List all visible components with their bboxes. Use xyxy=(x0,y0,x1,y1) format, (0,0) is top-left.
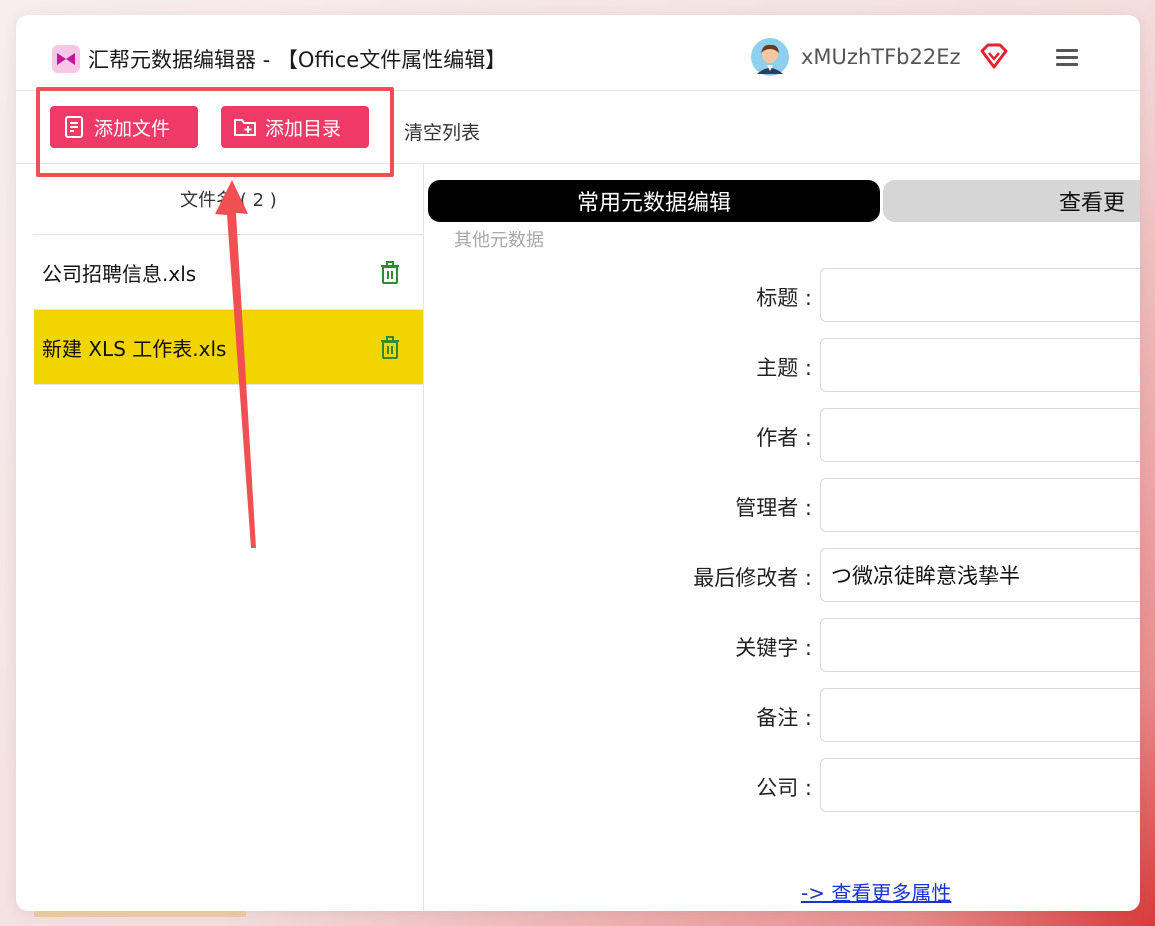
file-name: 新建 XLS 工作表.xls xyxy=(42,336,227,361)
manager-input[interactable] xyxy=(820,478,1140,532)
field-label: 公司 : xyxy=(756,776,812,800)
field-label: 主题 : xyxy=(756,356,812,380)
field-author: 作者 : xyxy=(424,408,1140,464)
trash-icon[interactable] xyxy=(379,336,401,360)
tab-view-more[interactable]: 查看更 xyxy=(883,180,1140,222)
field-subject: 主题 : xyxy=(424,338,1140,394)
file-name: 公司招聘信息.xls xyxy=(42,261,197,286)
title-bar: 汇帮元数据编辑器 - 【Office文件属性编辑】 xMUzhTFb22Ez xyxy=(16,15,1140,91)
app-logo-icon xyxy=(52,45,80,73)
field-label: 最后修改者 : xyxy=(693,566,812,590)
comments-input[interactable] xyxy=(820,688,1140,742)
trash-icon[interactable] xyxy=(379,261,401,285)
metadata-panel: 常用元数据编辑 查看更 其他元数据 标题 : 主题 : 作者 : 管理者 : 最… xyxy=(424,164,1140,911)
field-label: 标题 : xyxy=(756,286,812,310)
file-list-item[interactable]: 公司招聘信息.xls xyxy=(34,235,423,310)
file-list-item-selected[interactable]: 新建 XLS 工作表.xls xyxy=(34,310,423,385)
field-last-modified-by: 最后修改者 : xyxy=(424,548,1140,604)
subject-input[interactable] xyxy=(820,338,1140,392)
app-window: 汇帮元数据编辑器 - 【Office文件属性编辑】 xMUzhTFb22Ez 添… xyxy=(16,15,1140,911)
username: xMUzhTFb22Ez xyxy=(801,45,961,69)
field-comments: 备注 : xyxy=(424,688,1140,744)
file-list-panel: 文件名 ( 2 ) 公司招聘信息.xls 新建 XLS 工作表.xls xyxy=(34,164,424,911)
tab-common-metadata[interactable]: 常用元数据编辑 xyxy=(428,180,880,222)
vip-diamond-icon[interactable] xyxy=(979,42,1009,70)
user-avatar-icon[interactable] xyxy=(751,38,789,76)
view-more-properties-link[interactable]: -> 查看更多属性 xyxy=(801,877,951,906)
title-input[interactable] xyxy=(820,268,1140,322)
author-input[interactable] xyxy=(820,408,1140,462)
field-label: 关键字 : xyxy=(735,636,812,660)
file-list-header: 文件名 ( 2 ) xyxy=(34,164,423,235)
clear-list-button[interactable]: 清空列表 xyxy=(404,118,480,145)
field-company: 公司 : xyxy=(424,758,1140,814)
last-modified-by-input[interactable] xyxy=(820,548,1140,602)
field-label: 管理者 : xyxy=(735,496,812,520)
company-input[interactable] xyxy=(820,758,1140,812)
keywords-input[interactable] xyxy=(820,618,1140,672)
field-keywords: 关键字 : xyxy=(424,618,1140,674)
other-metadata-caption: 其他元数据 xyxy=(454,230,544,251)
field-label: 备注 : xyxy=(756,706,812,730)
field-title: 标题 : xyxy=(424,268,1140,324)
app-title: 汇帮元数据编辑器 - 【Office文件属性编辑】 xyxy=(88,48,507,72)
hamburger-menu-icon[interactable] xyxy=(1056,49,1078,67)
field-manager: 管理者 : xyxy=(424,478,1140,534)
bottom-decoration xyxy=(34,911,246,917)
field-label: 作者 : xyxy=(756,426,812,450)
